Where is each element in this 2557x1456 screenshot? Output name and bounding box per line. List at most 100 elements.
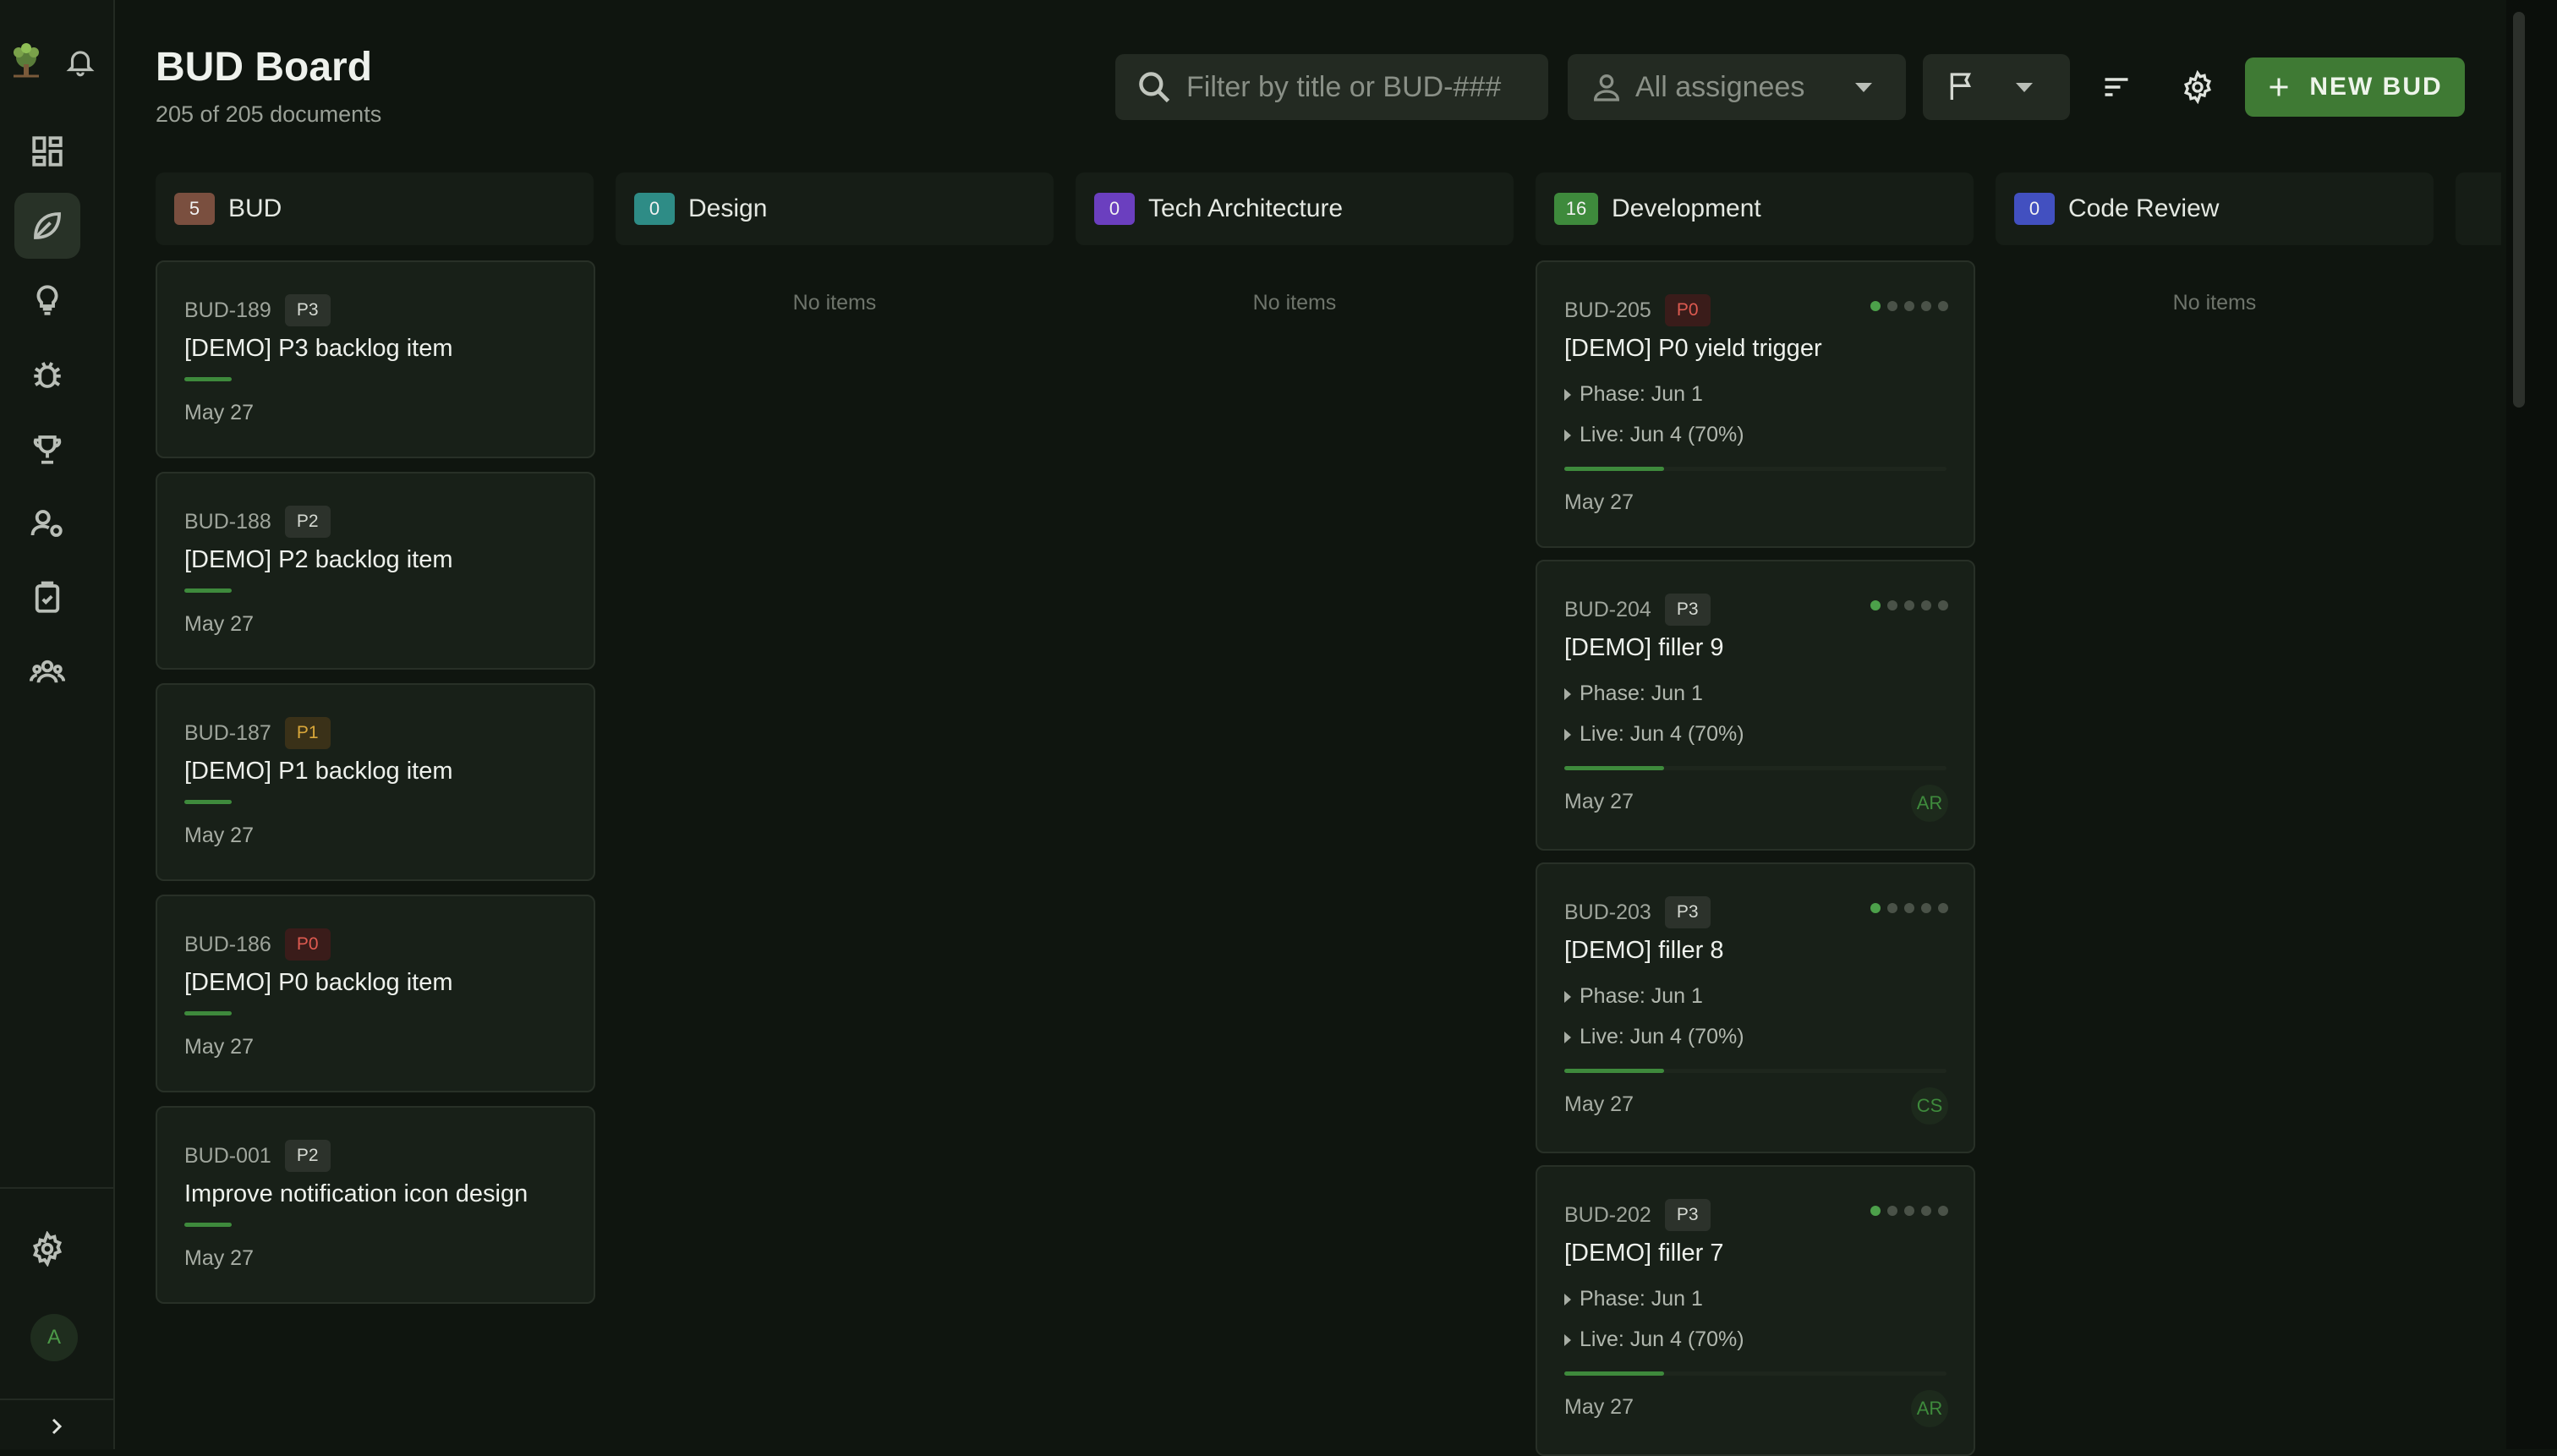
phase-date: Phase: Jun 1 [1580, 681, 1703, 705]
live-toggle[interactable]: Live: Jun 4 (70%) [1564, 722, 1744, 747]
column-count-badge: 0 [1094, 193, 1135, 225]
card-date: May 27 [184, 824, 254, 847]
notifications-button[interactable] [59, 41, 101, 83]
card-accent-bar [184, 588, 232, 593]
sidebar: A [0, 0, 115, 1449]
sidebar-item-ideas[interactable] [14, 267, 80, 333]
card-title: [DEMO] P0 yield trigger [1564, 335, 1822, 362]
caret-right-icon [1564, 687, 1571, 700]
assignee-avatar[interactable]: CS [1911, 1087, 1948, 1125]
card-title: [DEMO] P2 backlog item [184, 546, 453, 573]
new-bud-button[interactable]: NEW BUD [2245, 57, 2465, 117]
column-count-badge: 5 [174, 193, 215, 225]
stage-progress-dots [1870, 301, 1948, 311]
column-header-tech-architecture[interactable]: 0 Tech Architecture [1076, 172, 1514, 245]
person-icon [1593, 74, 1620, 101]
card-date: May 27 [184, 1246, 254, 1270]
priority-filter-select[interactable] [1923, 54, 2070, 120]
board-settings-button[interactable] [2165, 54, 2231, 120]
column-count-badge: 0 [634, 193, 675, 225]
card-id: BUD-204 [1564, 597, 1651, 621]
assignee-avatar[interactable]: AR [1911, 785, 1948, 822]
development-card[interactable]: BUD-204 P3 [DEMO] filler 9 Phase: Jun 1 L… [1536, 560, 1975, 851]
search-icon [1139, 72, 1170, 103]
sidebar-item-dashboard[interactable] [14, 118, 80, 184]
column-header-bud[interactable]: 5 BUD [156, 172, 594, 245]
live-toggle[interactable]: Live: Jun 4 (70%) [1564, 1025, 1744, 1049]
card-date: May 27 [1564, 1092, 1634, 1116]
column-header-code-review[interactable]: 0 Code Review [1996, 172, 2434, 245]
card-id: BUD-186 [184, 932, 271, 956]
card-accent-bar [184, 1011, 232, 1015]
column-title: BUD [228, 194, 282, 222]
search-input[interactable]: Filter by title or BUD-### [1115, 54, 1548, 120]
live-toggle[interactable]: Live: Jun 4 (70%) [1564, 423, 1744, 447]
phase-date: Phase: Jun 1 [1580, 382, 1703, 406]
sidebar-item-user-settings[interactable] [14, 490, 80, 556]
phase-toggle[interactable]: Phase: Jun 1 [1564, 1287, 1703, 1311]
phase-date: Phase: Jun 1 [1580, 984, 1703, 1008]
caret-right-icon [1564, 728, 1571, 741]
caret-right-icon [1564, 1293, 1571, 1305]
live-date: Live: Jun 4 (70%) [1580, 423, 1744, 446]
card-id: BUD-205 [1564, 298, 1651, 322]
empty-column-label: No items [2172, 291, 2257, 315]
column-title: Design [688, 194, 768, 222]
column-header-development[interactable]: 16 Development [1536, 172, 1974, 245]
expand-sidebar-button[interactable] [42, 1412, 71, 1441]
live-date: Live: Jun 4 (70%) [1580, 1327, 1744, 1351]
scrollbar-thumb[interactable] [2513, 12, 2525, 408]
priority-badge: P3 [1664, 594, 1711, 626]
dashboard-icon [32, 136, 63, 167]
sidebar-item-team[interactable] [14, 639, 80, 705]
progress-track [1564, 467, 1946, 471]
card-id: BUD-203 [1564, 900, 1651, 924]
stage-progress-dots [1870, 1206, 1948, 1216]
main-area: BUD Board 205 of 205 documents Filter by… [115, 0, 2501, 1456]
leaf-icon [34, 212, 61, 239]
card-title: [DEMO] filler 9 [1564, 634, 1724, 661]
stage-progress-dots [1870, 903, 1948, 913]
priority-badge: P3 [1664, 1199, 1711, 1231]
card-title: [DEMO] filler 8 [1564, 937, 1724, 964]
development-card[interactable]: BUD-202 P3 [DEMO] filler 7 Phase: Jun 1 L… [1536, 1165, 1975, 1456]
bud-card[interactable]: BUD-189 P3 [DEMO] P3 backlog item May 27 [156, 260, 595, 458]
bud-card[interactable]: BUD-188 P2 [DEMO] P2 backlog item May 27 [156, 472, 595, 670]
assignee-avatar[interactable]: AR [1911, 1390, 1948, 1427]
card-date: May 27 [1564, 790, 1634, 813]
phase-toggle[interactable]: Phase: Jun 1 [1564, 382, 1703, 407]
sidebar-divider [0, 1187, 113, 1189]
priority-badge: P2 [284, 1140, 331, 1172]
logo-icon [14, 43, 39, 78]
development-card[interactable]: BUD-203 P3 [DEMO] filler 8 Phase: Jun 1 L… [1536, 862, 1975, 1153]
priority-badge: P0 [284, 928, 331, 961]
column-title: Tech Architecture [1148, 194, 1344, 222]
sort-button[interactable] [2083, 54, 2149, 120]
card-id: BUD-189 [184, 298, 271, 322]
sidebar-item-buds[interactable] [14, 193, 80, 259]
sidebar-item-bugs[interactable] [14, 342, 80, 408]
phase-toggle[interactable]: Phase: Jun 1 [1564, 984, 1703, 1009]
priority-badge: P3 [284, 294, 331, 326]
sidebar-item-achievements[interactable] [14, 416, 80, 482]
page-scrollbar[interactable] [2506, 0, 2557, 1449]
column-header-next-partial[interactable] [2456, 172, 2501, 245]
caret-right-icon [1564, 1031, 1571, 1043]
live-date: Live: Jun 4 (70%) [1580, 722, 1744, 746]
app-logo[interactable] [5, 39, 47, 81]
assignee-select[interactable]: All assignees [1568, 54, 1906, 120]
bud-card[interactable]: BUD-001 P2 Improve notification icon desi… [156, 1106, 595, 1304]
progress-track [1564, 1069, 1946, 1073]
bud-card[interactable]: BUD-187 P1 [DEMO] P1 backlog item May 27 [156, 683, 595, 881]
caret-right-icon [1564, 429, 1571, 441]
development-card[interactable]: BUD-205 P0 [DEMO] P0 yield trigger Phase:… [1536, 260, 1975, 548]
sidebar-item-settings[interactable] [14, 1216, 80, 1282]
column-header-design[interactable]: 0 Design [616, 172, 1054, 245]
user-avatar[interactable]: A [30, 1314, 78, 1361]
live-toggle[interactable]: Live: Jun 4 (70%) [1564, 1327, 1744, 1352]
sidebar-item-tasks[interactable] [14, 565, 80, 631]
bud-card[interactable]: BUD-186 P0 [DEMO] P0 backlog item May 27 [156, 895, 595, 1092]
clipboard-check-icon [35, 581, 60, 613]
column-count-badge: 0 [2014, 193, 2055, 225]
phase-toggle[interactable]: Phase: Jun 1 [1564, 681, 1703, 706]
